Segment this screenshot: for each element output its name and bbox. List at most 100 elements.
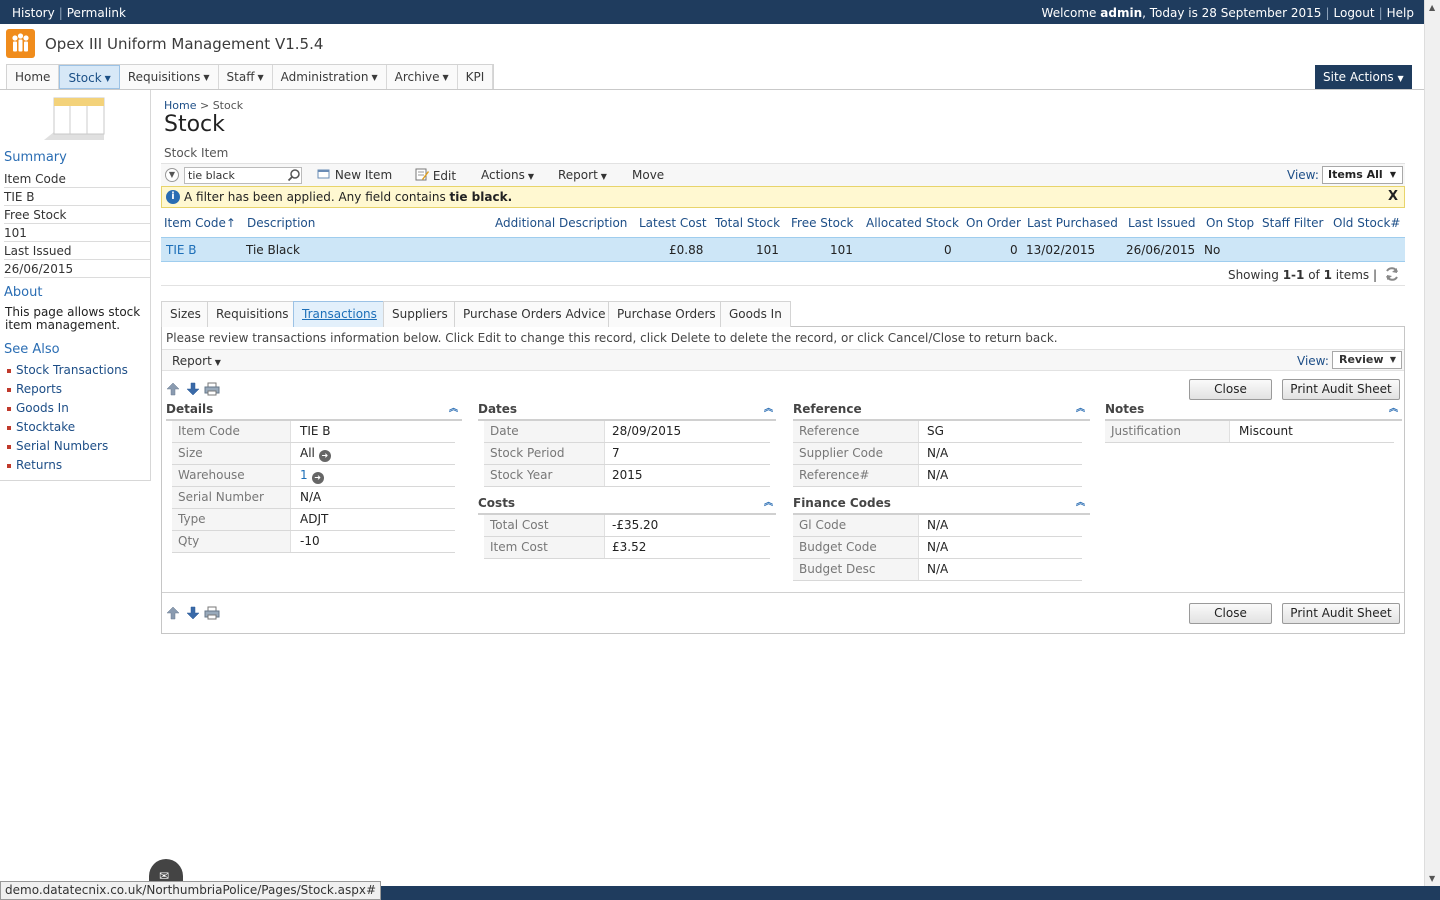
scroll-up-icon[interactable]: ▲ — [1429, 3, 1435, 12]
vertical-scrollbar[interactable]: ▲ ▼ — [1424, 0, 1440, 886]
col-description[interactable]: Description — [247, 216, 315, 230]
cell-on-stop: No — [1204, 243, 1221, 257]
print-icon[interactable] — [204, 382, 220, 396]
detail-row-type: Type ADJT — [172, 509, 455, 531]
search-input[interactable]: tie black — [184, 167, 302, 184]
reference-title: Reference — [793, 402, 862, 416]
see-also-heading: See Also — [4, 342, 60, 357]
col-on-order[interactable]: On Order — [966, 216, 1021, 230]
site-actions-button[interactable]: Site Actions ▼ — [1315, 65, 1412, 89]
breadcrumb-home[interactable]: Home — [164, 99, 196, 112]
table-row[interactable]: TIE B Tie Black £0.88 101 101 0 0 13/02/… — [161, 237, 1405, 262]
nav-kpi[interactable]: KPI — [458, 65, 494, 89]
new-item-button[interactable]: New Item — [317, 168, 392, 182]
collapse-costs-icon[interactable]: ︽ — [764, 499, 773, 508]
tab-sizes[interactable]: Sizes — [161, 301, 210, 327]
collapse-dates-icon[interactable]: ︽ — [764, 405, 773, 414]
close-button-bottom[interactable]: Close — [1189, 603, 1272, 624]
nav-archive[interactable]: Archive ▼ — [387, 65, 458, 89]
close-button[interactable]: Close — [1189, 379, 1272, 400]
go-arrow-icon[interactable]: ➜ — [311, 472, 324, 484]
expand-filter-icon[interactable]: ▼ — [165, 168, 179, 182]
cell-free-stock: 101 — [830, 243, 853, 257]
col-staff-filter[interactable]: Staff Filter — [1262, 216, 1323, 230]
collapse-details-icon[interactable]: ︽ — [449, 405, 458, 414]
col-latest-cost[interactable]: Latest Cost — [639, 216, 707, 230]
tab-purchase-orders-advice[interactable]: Purchase Orders Advice — [454, 301, 615, 327]
collapse-notes-icon[interactable]: ︽ — [1389, 405, 1398, 414]
nav-requisitions[interactable]: Requisitions ▼ — [120, 65, 219, 89]
nav-administration[interactable]: Administration ▼ — [273, 65, 387, 89]
app-title[interactable]: Opex III Uniform Management V1.5.4 — [45, 35, 323, 53]
detail-row-stock-period: Stock Period 7 — [484, 443, 770, 465]
tab-transactions[interactable]: Transactions — [293, 301, 386, 327]
summary-label-last-issued: Last Issued — [4, 242, 150, 260]
col-additional-description[interactable]: Additional Description — [495, 216, 627, 230]
col-total-stock[interactable]: Total Stock — [715, 216, 780, 230]
logout-link[interactable]: Logout — [1334, 6, 1375, 20]
move-button[interactable]: Move — [632, 168, 664, 182]
actions-menu[interactable]: Actions ▼ — [481, 168, 534, 182]
collapse-reference-icon[interactable]: ︽ — [1076, 405, 1085, 414]
tab-suppliers[interactable]: Suppliers — [383, 301, 457, 327]
arrow-up-icon[interactable] — [166, 606, 180, 620]
link-serial-numbers[interactable]: Serial Numbers — [7, 439, 108, 453]
nav-stock[interactable]: Stock ▼ — [59, 65, 120, 89]
permalink-link[interactable]: Permalink — [67, 6, 126, 20]
detail-view-select[interactable]: Review ▼ — [1332, 351, 1402, 369]
view-select[interactable]: Items All ▼ — [1322, 166, 1403, 184]
print-icon[interactable] — [204, 606, 220, 620]
col-on-stop[interactable]: On Stop — [1206, 216, 1254, 230]
nav-home[interactable]: Home — [7, 65, 60, 89]
help-link[interactable]: Help — [1387, 6, 1414, 20]
link-stock-transactions[interactable]: Stock Transactions — [7, 363, 128, 377]
view-label: View: — [1287, 168, 1319, 182]
col-last-issued[interactable]: Last Issued — [1128, 216, 1195, 230]
new-item-icon — [317, 169, 330, 179]
search-icon[interactable] — [287, 168, 301, 182]
grid-footer: Showing 1-1 of 1 items | — [161, 262, 1405, 286]
instructions-text: Please review transactions information b… — [166, 331, 1058, 345]
detail-tabs: Sizes Requisitions Transactions Supplier… — [161, 301, 1405, 327]
collapse-finance-icon[interactable]: ︽ — [1076, 499, 1085, 508]
nav-staff[interactable]: Staff ▼ — [219, 65, 273, 89]
today-text: , Today is 28 September 2015 — [1142, 6, 1322, 20]
tab-goods-in[interactable]: Goods In — [720, 301, 791, 327]
chevron-down-icon: ▼ — [600, 172, 607, 181]
app-logo-icon[interactable] — [6, 29, 35, 58]
cell-item-code[interactable]: TIE B — [166, 243, 197, 257]
go-arrow-icon[interactable]: ➜ — [318, 450, 331, 462]
footer-divider — [162, 592, 1404, 593]
details-title: Details — [166, 402, 214, 416]
tab-requisitions[interactable]: Requisitions — [207, 301, 298, 327]
cell-description: Tie Black — [246, 243, 300, 257]
print-audit-sheet-button[interactable]: Print Audit Sheet — [1282, 379, 1400, 400]
chevron-down-icon: ▼ — [203, 72, 210, 82]
arrow-up-icon[interactable] — [166, 382, 180, 396]
report-menu[interactable]: Report ▼ — [558, 168, 607, 182]
arrow-down-icon[interactable] — [186, 606, 200, 620]
col-last-purchased[interactable]: Last Purchased — [1027, 216, 1118, 230]
col-old-stock[interactable]: Old Stock# — [1333, 216, 1400, 230]
edit-button[interactable]: Edit — [415, 168, 456, 183]
col-allocated-stock[interactable]: Allocated Stock — [866, 216, 959, 230]
link-returns[interactable]: Returns — [7, 458, 62, 472]
detail-report-menu[interactable]: Report ▼ — [172, 354, 221, 368]
close-icon[interactable]: X — [1388, 187, 1398, 207]
link-reports[interactable]: Reports — [7, 382, 62, 396]
bullet-icon — [7, 425, 11, 430]
tab-purchase-orders[interactable]: Purchase Orders — [608, 301, 725, 327]
print-audit-sheet-button-bottom[interactable]: Print Audit Sheet — [1282, 603, 1400, 624]
col-free-stock[interactable]: Free Stock — [791, 216, 854, 230]
arrow-down-icon[interactable] — [186, 382, 200, 396]
detail-row-reference-number: Reference# N/A — [793, 465, 1082, 487]
warehouse-link[interactable]: 1 — [300, 468, 308, 482]
filter-notice: i A filter has been applied. Any field c… — [161, 186, 1405, 208]
link-stocktake[interactable]: Stocktake — [7, 420, 75, 434]
refresh-icon[interactable] — [1384, 266, 1400, 282]
filter-term: tie black. — [449, 190, 513, 204]
history-link[interactable]: History — [12, 6, 55, 20]
link-goods-in[interactable]: Goods In — [7, 401, 69, 415]
col-item-code[interactable]: Item Code↑ — [164, 216, 236, 230]
scroll-down-icon[interactable]: ▼ — [1429, 874, 1435, 883]
